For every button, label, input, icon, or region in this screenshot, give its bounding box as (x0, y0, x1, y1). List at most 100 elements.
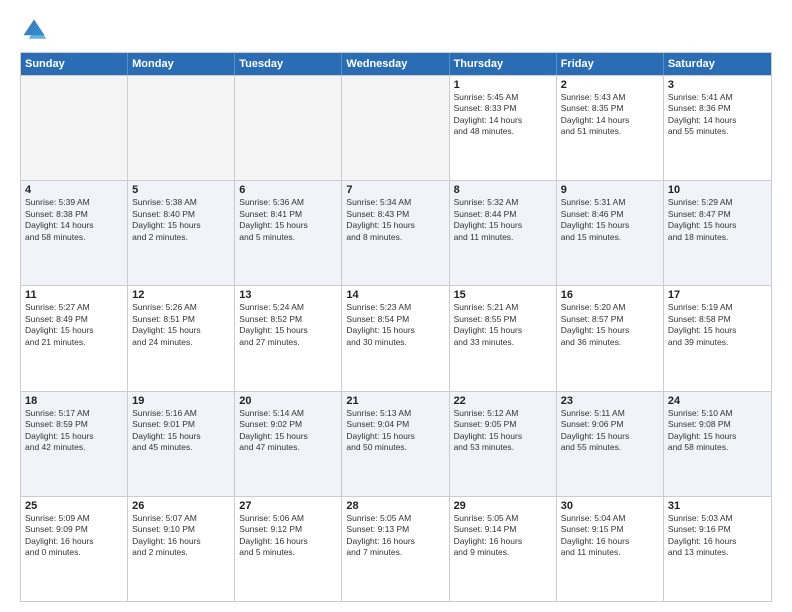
calendar-cell: 6Sunrise: 5:36 AM Sunset: 8:41 PM Daylig… (235, 181, 342, 285)
day-info: Sunrise: 5:23 AM Sunset: 8:54 PM Dayligh… (346, 302, 444, 348)
header-day-wednesday: Wednesday (342, 53, 449, 75)
calendar-cell: 27Sunrise: 5:06 AM Sunset: 9:12 PM Dayli… (235, 497, 342, 601)
page: SundayMondayTuesdayWednesdayThursdayFrid… (0, 0, 792, 612)
day-number: 25 (25, 500, 123, 512)
day-info: Sunrise: 5:39 AM Sunset: 8:38 PM Dayligh… (25, 197, 123, 243)
calendar-cell: 19Sunrise: 5:16 AM Sunset: 9:01 PM Dayli… (128, 392, 235, 496)
header-day-thursday: Thursday (450, 53, 557, 75)
day-info: Sunrise: 5:38 AM Sunset: 8:40 PM Dayligh… (132, 197, 230, 243)
day-info: Sunrise: 5:20 AM Sunset: 8:57 PM Dayligh… (561, 302, 659, 348)
day-info: Sunrise: 5:05 AM Sunset: 9:13 PM Dayligh… (346, 513, 444, 559)
calendar: SundayMondayTuesdayWednesdayThursdayFrid… (20, 52, 772, 602)
day-number: 21 (346, 395, 444, 407)
day-info: Sunrise: 5:06 AM Sunset: 9:12 PM Dayligh… (239, 513, 337, 559)
day-info: Sunrise: 5:12 AM Sunset: 9:05 PM Dayligh… (454, 408, 552, 454)
calendar-cell: 28Sunrise: 5:05 AM Sunset: 9:13 PM Dayli… (342, 497, 449, 601)
day-info: Sunrise: 5:13 AM Sunset: 9:04 PM Dayligh… (346, 408, 444, 454)
calendar-cell: 2Sunrise: 5:43 AM Sunset: 8:35 PM Daylig… (557, 76, 664, 180)
calendar-cell: 4Sunrise: 5:39 AM Sunset: 8:38 PM Daylig… (21, 181, 128, 285)
calendar-cell: 25Sunrise: 5:09 AM Sunset: 9:09 PM Dayli… (21, 497, 128, 601)
day-number: 9 (561, 184, 659, 196)
day-number: 11 (25, 289, 123, 301)
calendar-cell: 18Sunrise: 5:17 AM Sunset: 8:59 PM Dayli… (21, 392, 128, 496)
day-info: Sunrise: 5:11 AM Sunset: 9:06 PM Dayligh… (561, 408, 659, 454)
calendar-row-0: 1Sunrise: 5:45 AM Sunset: 8:33 PM Daylig… (21, 75, 771, 180)
day-info: Sunrise: 5:36 AM Sunset: 8:41 PM Dayligh… (239, 197, 337, 243)
day-number: 10 (668, 184, 767, 196)
header-day-friday: Friday (557, 53, 664, 75)
day-number: 7 (346, 184, 444, 196)
day-info: Sunrise: 5:04 AM Sunset: 9:15 PM Dayligh… (561, 513, 659, 559)
header-day-monday: Monday (128, 53, 235, 75)
calendar-cell: 10Sunrise: 5:29 AM Sunset: 8:47 PM Dayli… (664, 181, 771, 285)
calendar-cell: 11Sunrise: 5:27 AM Sunset: 8:49 PM Dayli… (21, 286, 128, 390)
day-number: 28 (346, 500, 444, 512)
logo (20, 16, 50, 44)
calendar-cell: 8Sunrise: 5:32 AM Sunset: 8:44 PM Daylig… (450, 181, 557, 285)
header-day-saturday: Saturday (664, 53, 771, 75)
day-info: Sunrise: 5:14 AM Sunset: 9:02 PM Dayligh… (239, 408, 337, 454)
calendar-cell (342, 76, 449, 180)
calendar-row-1: 4Sunrise: 5:39 AM Sunset: 8:38 PM Daylig… (21, 180, 771, 285)
day-info: Sunrise: 5:16 AM Sunset: 9:01 PM Dayligh… (132, 408, 230, 454)
day-number: 27 (239, 500, 337, 512)
calendar-body: 1Sunrise: 5:45 AM Sunset: 8:33 PM Daylig… (21, 75, 771, 601)
calendar-cell: 17Sunrise: 5:19 AM Sunset: 8:58 PM Dayli… (664, 286, 771, 390)
calendar-cell (128, 76, 235, 180)
calendar-cell: 26Sunrise: 5:07 AM Sunset: 9:10 PM Dayli… (128, 497, 235, 601)
day-info: Sunrise: 5:29 AM Sunset: 8:47 PM Dayligh… (668, 197, 767, 243)
day-number: 23 (561, 395, 659, 407)
calendar-cell: 20Sunrise: 5:14 AM Sunset: 9:02 PM Dayli… (235, 392, 342, 496)
header-day-sunday: Sunday (21, 53, 128, 75)
calendar-cell: 30Sunrise: 5:04 AM Sunset: 9:15 PM Dayli… (557, 497, 664, 601)
day-number: 1 (454, 79, 552, 91)
day-number: 8 (454, 184, 552, 196)
day-info: Sunrise: 5:32 AM Sunset: 8:44 PM Dayligh… (454, 197, 552, 243)
day-number: 22 (454, 395, 552, 407)
day-number: 24 (668, 395, 767, 407)
calendar-row-4: 25Sunrise: 5:09 AM Sunset: 9:09 PM Dayli… (21, 496, 771, 601)
calendar-cell: 13Sunrise: 5:24 AM Sunset: 8:52 PM Dayli… (235, 286, 342, 390)
day-info: Sunrise: 5:03 AM Sunset: 9:16 PM Dayligh… (668, 513, 767, 559)
calendar-cell (21, 76, 128, 180)
day-info: Sunrise: 5:19 AM Sunset: 8:58 PM Dayligh… (668, 302, 767, 348)
calendar-cell: 15Sunrise: 5:21 AM Sunset: 8:55 PM Dayli… (450, 286, 557, 390)
day-info: Sunrise: 5:27 AM Sunset: 8:49 PM Dayligh… (25, 302, 123, 348)
calendar-cell: 29Sunrise: 5:05 AM Sunset: 9:14 PM Dayli… (450, 497, 557, 601)
calendar-cell: 22Sunrise: 5:12 AM Sunset: 9:05 PM Dayli… (450, 392, 557, 496)
calendar-cell: 3Sunrise: 5:41 AM Sunset: 8:36 PM Daylig… (664, 76, 771, 180)
header (20, 16, 772, 44)
day-number: 17 (668, 289, 767, 301)
calendar-cell: 14Sunrise: 5:23 AM Sunset: 8:54 PM Dayli… (342, 286, 449, 390)
calendar-cell: 9Sunrise: 5:31 AM Sunset: 8:46 PM Daylig… (557, 181, 664, 285)
calendar-header: SundayMondayTuesdayWednesdayThursdayFrid… (21, 53, 771, 75)
day-number: 30 (561, 500, 659, 512)
day-number: 15 (454, 289, 552, 301)
day-number: 31 (668, 500, 767, 512)
day-info: Sunrise: 5:41 AM Sunset: 8:36 PM Dayligh… (668, 92, 767, 138)
calendar-cell: 23Sunrise: 5:11 AM Sunset: 9:06 PM Dayli… (557, 392, 664, 496)
day-number: 20 (239, 395, 337, 407)
day-number: 29 (454, 500, 552, 512)
day-info: Sunrise: 5:09 AM Sunset: 9:09 PM Dayligh… (25, 513, 123, 559)
day-number: 26 (132, 500, 230, 512)
day-number: 6 (239, 184, 337, 196)
day-info: Sunrise: 5:24 AM Sunset: 8:52 PM Dayligh… (239, 302, 337, 348)
day-info: Sunrise: 5:31 AM Sunset: 8:46 PM Dayligh… (561, 197, 659, 243)
day-info: Sunrise: 5:45 AM Sunset: 8:33 PM Dayligh… (454, 92, 552, 138)
day-number: 4 (25, 184, 123, 196)
calendar-cell: 16Sunrise: 5:20 AM Sunset: 8:57 PM Dayli… (557, 286, 664, 390)
calendar-cell: 5Sunrise: 5:38 AM Sunset: 8:40 PM Daylig… (128, 181, 235, 285)
calendar-cell: 7Sunrise: 5:34 AM Sunset: 8:43 PM Daylig… (342, 181, 449, 285)
calendar-cell: 31Sunrise: 5:03 AM Sunset: 9:16 PM Dayli… (664, 497, 771, 601)
calendar-cell: 21Sunrise: 5:13 AM Sunset: 9:04 PM Dayli… (342, 392, 449, 496)
day-number: 13 (239, 289, 337, 301)
day-number: 18 (25, 395, 123, 407)
day-info: Sunrise: 5:43 AM Sunset: 8:35 PM Dayligh… (561, 92, 659, 138)
calendar-row-2: 11Sunrise: 5:27 AM Sunset: 8:49 PM Dayli… (21, 285, 771, 390)
day-number: 16 (561, 289, 659, 301)
day-info: Sunrise: 5:34 AM Sunset: 8:43 PM Dayligh… (346, 197, 444, 243)
calendar-cell (235, 76, 342, 180)
day-info: Sunrise: 5:17 AM Sunset: 8:59 PM Dayligh… (25, 408, 123, 454)
calendar-row-3: 18Sunrise: 5:17 AM Sunset: 8:59 PM Dayli… (21, 391, 771, 496)
